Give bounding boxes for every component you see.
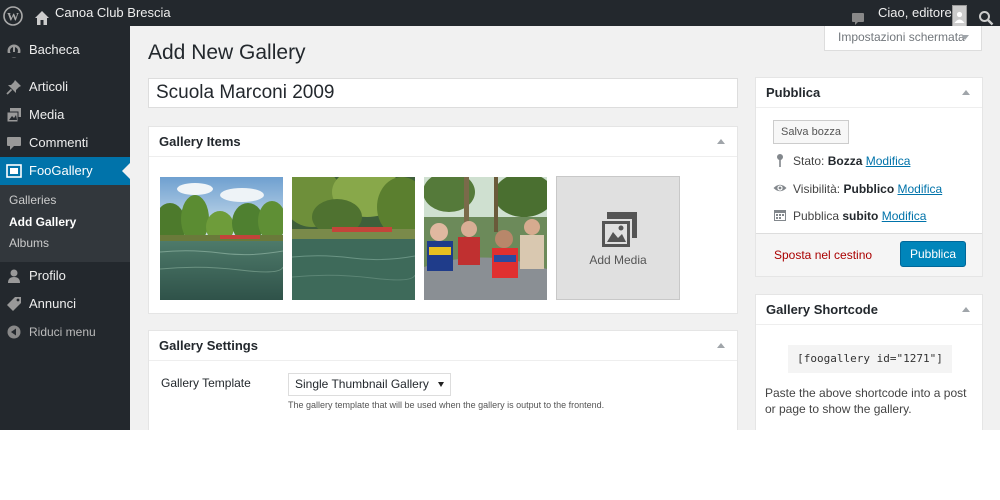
edit-visibility-link[interactable]: Modifica [898, 182, 943, 196]
gallery-shortcode-heading[interactable]: Gallery Shortcode [756, 295, 982, 325]
eye-icon [773, 184, 787, 192]
gallery-template-description: The gallery template that will be used w… [288, 400, 605, 410]
add-media-label: Add Media [589, 253, 647, 267]
gallery-items-box: Gallery Items Add Media [148, 126, 738, 314]
gallery-title-input[interactable] [148, 78, 738, 108]
gallery-items-heading[interactable]: Gallery Items [149, 127, 737, 157]
current-menu-arrow [122, 163, 130, 179]
comment-icon [7, 137, 21, 150]
sidebar-item-label: Commenti [29, 135, 89, 150]
save-draft-button[interactable]: Salva bozza [773, 120, 849, 144]
pin-icon [777, 154, 783, 167]
dashboard-icon [7, 44, 21, 58]
collapse-toggle-icon[interactable] [962, 90, 970, 95]
visibility-value: Pubblico [843, 182, 895, 196]
sidebar-item-annunci[interactable]: Annunci [0, 290, 130, 318]
gallery-template-select[interactable]: Single Thumbnail Gallery [288, 373, 451, 396]
gallery-settings-heading[interactable]: Gallery Settings [149, 331, 737, 361]
select-value: Single Thumbnail Gallery [295, 377, 429, 391]
add-media-button[interactable]: Add Media [556, 176, 680, 300]
sidebar-item-foogallery[interactable]: FooGallery [0, 157, 130, 185]
foogallery-submenu: Galleries Add Gallery Albums [0, 185, 130, 262]
shortcode-help-text: Paste the above shortcode into a post or… [765, 386, 967, 416]
gallery-template-label: Gallery Template [161, 376, 251, 390]
publish-actions: Sposta nel cestino Pubblica [756, 233, 982, 276]
visibility-label: Visibilità: [793, 182, 841, 196]
status-value: Bozza [827, 154, 863, 168]
submenu-item-add-gallery[interactable]: Add Gallery [9, 213, 76, 231]
gallery-settings-box: Gallery Settings Gallery Template Single… [148, 330, 738, 430]
user-greeting[interactable]: Ciao, editore1 [878, 0, 959, 26]
publish-button[interactable]: Pubblica [900, 241, 966, 267]
screen-options-toggle[interactable]: Impostazioni schermata [824, 26, 982, 51]
caret-down-icon [438, 382, 444, 387]
publish-date-label: Pubblica [793, 209, 840, 223]
sidebar-item-bacheca[interactable]: Bacheca [0, 36, 130, 64]
caret-down-icon [961, 35, 969, 40]
svg-text:W: W [7, 10, 19, 24]
collapse-menu-button[interactable]: Riduci menu [0, 318, 130, 346]
collapse-toggle-icon[interactable] [962, 307, 970, 312]
publish-date-value: subito [842, 209, 879, 223]
submenu-item-galleries[interactable]: Galleries [9, 191, 56, 209]
publish-box: Pubblica Salva bozza Stato: Bozza Modifi… [755, 77, 983, 277]
admin-sidebar: Bacheca Articoli Media Commenti FooGalle… [0, 26, 130, 430]
page-title: Add New Gallery [148, 41, 306, 64]
admin-bar: W Canoa Club Brescia Ciao, editore1 [0, 0, 1000, 31]
user-icon [8, 269, 20, 283]
edit-status-link[interactable]: Modifica [866, 154, 911, 168]
site-name-link[interactable]: Canoa Club Brescia [55, 0, 171, 26]
sidebar-item-label: Annunci [29, 296, 76, 311]
move-to-trash-link[interactable]: Sposta nel cestino [774, 248, 872, 262]
calendar-icon [774, 210, 786, 221]
gallery-shortcode-box: Gallery Shortcode [foogallery id="1271"]… [755, 294, 983, 430]
sidebar-item-label: FooGallery [29, 163, 93, 178]
collapse-icon [7, 325, 21, 339]
sidebar-item-label: Bacheca [29, 42, 80, 57]
collapse-toggle-icon[interactable] [717, 343, 725, 348]
user-silhouette-icon [954, 11, 965, 23]
publish-heading[interactable]: Pubblica [756, 78, 982, 108]
status-label: Stato: [793, 154, 825, 168]
edit-date-link[interactable]: Modifica [882, 209, 927, 223]
box-title: Gallery Settings [159, 338, 258, 353]
sidebar-item-label: Media [29, 107, 65, 122]
sidebar-item-media[interactable]: Media [0, 101, 130, 129]
sidebar-item-commenti[interactable]: Commenti [0, 129, 130, 157]
media-icon [6, 108, 21, 123]
sidebar-item-label: Articoli [29, 79, 69, 94]
tag-icon [7, 297, 21, 311]
shortcode-code[interactable]: [foogallery id="1271"] [788, 345, 952, 373]
gallery-thumbnail[interactable] [292, 177, 415, 300]
pushpin-icon [6, 80, 21, 95]
sidebar-item-label: Riduci menu [29, 325, 96, 339]
gallery-thumbnail[interactable] [160, 177, 283, 300]
gallery-icon [6, 164, 22, 178]
gallery-thumbnail[interactable] [424, 177, 547, 300]
collapse-toggle-icon[interactable] [717, 139, 725, 144]
box-title: Gallery Shortcode [766, 302, 878, 317]
sidebar-item-profilo[interactable]: Profilo [0, 262, 130, 290]
images-icon [600, 212, 637, 249]
sidebar-item-label: Profilo [29, 268, 66, 283]
screen-options-label: Impostazioni schermata [838, 30, 965, 44]
sidebar-item-articoli[interactable]: Articoli [0, 73, 130, 101]
submenu-item-albums[interactable]: Albums [9, 234, 49, 252]
box-title: Gallery Items [159, 134, 241, 149]
wp-admin-screen: W Canoa Club Brescia Ciao, editore1 Bach… [0, 0, 1000, 430]
box-title: Pubblica [766, 85, 821, 100]
